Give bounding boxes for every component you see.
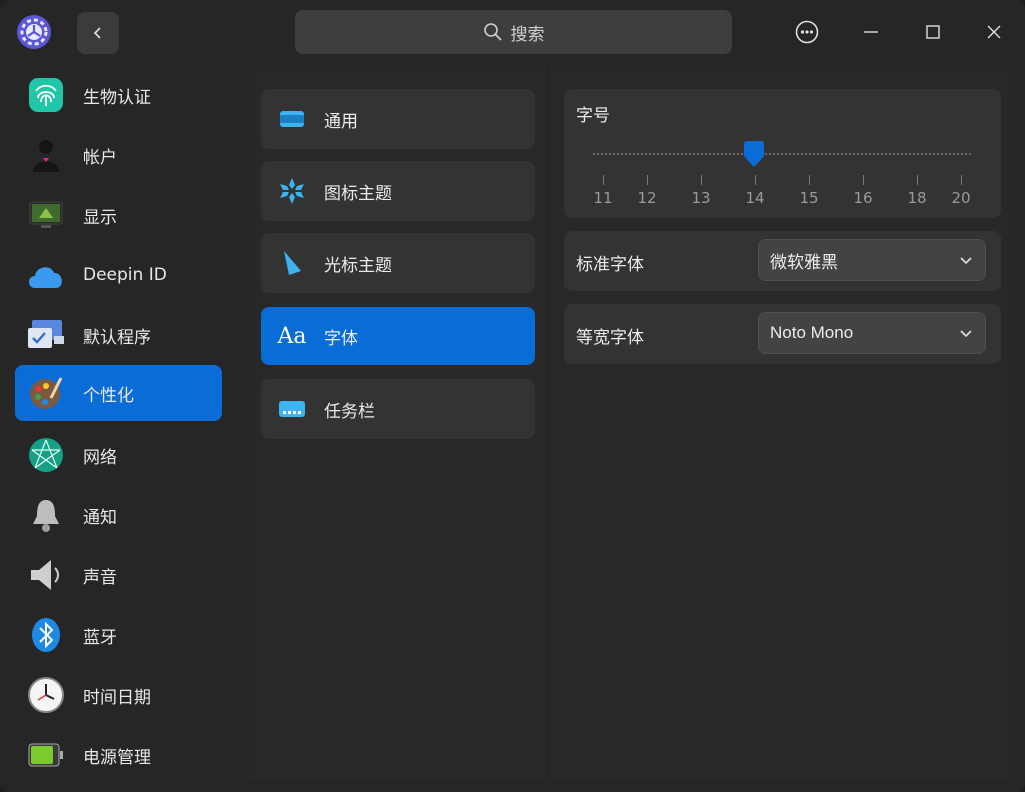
slider-tick [917, 175, 918, 185]
more-options-icon [795, 20, 819, 44]
menu-button[interactable] [789, 14, 825, 50]
title-bar: 搜索 [0, 0, 1025, 66]
bell-icon [24, 493, 68, 537]
font-settings-panel: 字号 11 12 13 14 15 16 18 20 标准字体 微软雅黑 等宽字体 Noto … [550, 66, 1010, 780]
font-size-slider-track[interactable] [593, 153, 971, 157]
sidebar-item-network[interactable]: 网络 [15, 427, 222, 483]
sidebar-item-account[interactable]: 帐户 [15, 127, 222, 183]
sidebar-item-datetime[interactable]: 时间日期 [15, 667, 222, 723]
mono-font-select[interactable]: Noto Mono [758, 312, 986, 354]
control-center-logo-icon [16, 14, 52, 50]
slider-tick [961, 175, 962, 185]
fingerprint-icon [24, 73, 68, 117]
search-placeholder: 搜索 [510, 24, 545, 45]
sidebar-item-display[interactable]: 显示 [15, 187, 222, 243]
slider-tick [603, 175, 604, 185]
bluetooth-icon [24, 613, 68, 657]
slider-tick-label: 13 [691, 189, 711, 207]
standard-font-row: 标准字体 微软雅黑 [564, 231, 1001, 291]
standard-font-label: 标准字体 [576, 255, 644, 275]
slider-tick-label: 20 [951, 189, 971, 207]
chevron-left-icon [93, 27, 101, 39]
slider-tick-label: 16 [853, 189, 873, 207]
chevron-down-icon [960, 257, 972, 265]
submenu-item-icon-theme[interactable]: 图标主题 [261, 161, 535, 221]
slider-tick-label: 15 [799, 189, 819, 207]
maximize-button[interactable] [915, 14, 951, 50]
font-size-slider-handle[interactable] [742, 140, 766, 168]
submenu-item-cursor-theme[interactable]: 光标主题 [261, 233, 535, 293]
maximize-icon [926, 25, 940, 39]
account-icon [24, 133, 68, 177]
close-icon [987, 25, 1001, 39]
minimize-icon [864, 31, 878, 33]
submenu-item-taskbar[interactable]: 任务栏 [261, 379, 535, 439]
window-icon [277, 104, 307, 134]
cursor-icon [277, 248, 307, 278]
display-icon [24, 193, 68, 237]
settings-window: 搜索 生物认证 帐户 显示 Deepin ID 默认程序 个性化 网络 通知 声… [0, 0, 1025, 792]
sidebar-item-deepin-id[interactable]: Deepin ID [15, 247, 222, 303]
sidebar-item-power[interactable]: 电源管理 [15, 727, 222, 783]
slider-tick [863, 175, 864, 185]
slider-tick [809, 175, 810, 185]
close-button[interactable] [976, 14, 1012, 50]
clock-icon [24, 673, 68, 717]
mono-font-label: 等宽字体 [576, 328, 644, 348]
sidebar-item-sound[interactable]: 声音 [15, 547, 222, 603]
search-icon [483, 23, 502, 41]
icon-theme-icon [277, 176, 307, 206]
back-button[interactable] [77, 12, 119, 54]
slider-tick-label: 14 [745, 189, 765, 207]
minimize-button[interactable] [853, 14, 889, 50]
sidebar-item-personalization[interactable]: 个性化 [15, 365, 222, 421]
default-apps-icon [24, 313, 68, 357]
search-input[interactable]: 搜索 [295, 10, 732, 54]
font-size-card: 字号 11 12 13 14 15 16 18 20 [564, 89, 1001, 218]
mono-font-value: Noto Mono [770, 323, 854, 342]
chevron-down-icon [960, 330, 972, 338]
standard-font-value: 微软雅黑 [770, 252, 838, 273]
sidebar-item-bluetooth[interactable]: 蓝牙 [15, 607, 222, 663]
sidebar-item-default-apps[interactable]: 默认程序 [15, 307, 222, 363]
taskbar-icon [277, 394, 307, 424]
speaker-icon [24, 553, 68, 597]
font-size-title: 字号 [576, 106, 610, 126]
slider-tick [701, 175, 702, 185]
sidebar: 生物认证 帐户 显示 Deepin ID 默认程序 个性化 网络 通知 声音 蓝… [0, 66, 236, 792]
personalization-submenu: 通用 图标主题 光标主题 Aa 字体 任务栏 [249, 66, 546, 780]
network-icon [24, 433, 68, 477]
slider-tick-label: 18 [907, 189, 927, 207]
submenu-item-font[interactable]: Aa 字体 [261, 307, 535, 365]
slider-tick-label: 12 [637, 189, 657, 207]
sidebar-item-notification[interactable]: 通知 [15, 487, 222, 543]
personalization-icon [24, 371, 68, 415]
battery-icon [24, 733, 68, 777]
submenu-item-general[interactable]: 通用 [261, 89, 535, 149]
standard-font-select[interactable]: 微软雅黑 [758, 239, 986, 281]
slider-tick [647, 175, 648, 185]
cloud-icon [24, 253, 68, 297]
font-icon: Aa [277, 323, 307, 349]
sidebar-item-biometric[interactable]: 生物认证 [15, 67, 222, 123]
slider-tick [755, 175, 756, 185]
slider-tick-label: 11 [593, 189, 613, 207]
mono-font-row: 等宽字体 Noto Mono [564, 304, 1001, 364]
